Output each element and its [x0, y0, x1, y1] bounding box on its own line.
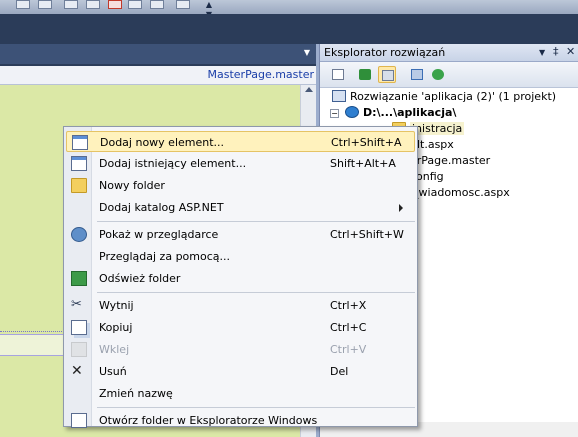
menu-item-otwórz-folder-w-eksploratorze-windows[interactable]: Otwórz folder w Eksploratorze Windows [66, 410, 415, 431]
menu-item-shortcut: Ctrl+X [330, 299, 367, 312]
cut-icon: ✂ [71, 297, 82, 312]
view-designer-button[interactable] [408, 66, 426, 83]
window-chrome-band [0, 14, 578, 44]
menu-item-dodaj-nowy-element[interactable]: Dodaj nowy element... Ctrl+Shift+A [66, 131, 415, 152]
menu-item-label: Dodaj nowy element... [100, 136, 225, 149]
toolbar-button[interactable] [38, 0, 52, 9]
menu-item-label: Odśwież folder [99, 272, 181, 285]
menu-item-label: Dodaj istniejący element... [99, 157, 247, 170]
menu-item-przeglądaj-za-pomocą[interactable]: Przeglądaj za pomocą... [66, 246, 415, 267]
menu-item-shortcut: Ctrl+Shift+W [330, 228, 404, 241]
menu-item-shortcut: Ctrl+Shift+A [331, 136, 402, 149]
designer-icon [411, 69, 423, 80]
menu-item-pokaż-w-przeglądarce[interactable]: Pokaż w przeglądarce Ctrl+Shift+W [66, 224, 415, 245]
panel-title: Eksplorator rozwiązań [324, 46, 446, 59]
scroll-up-icon[interactable] [305, 87, 313, 92]
menu-item-label: Usuń [99, 365, 127, 378]
toolbar-button[interactable] [64, 0, 78, 9]
website-icon [345, 106, 359, 118]
web-config-button[interactable] [429, 66, 447, 83]
delete-icon: ✕ [71, 363, 83, 379]
menu-item-wytnij[interactable]: ✂ Wytnij Ctrl+X [66, 295, 415, 316]
menu-item-label: Nowy folder [99, 179, 165, 192]
context-menu: Dodaj nowy element... Ctrl+Shift+A Dodaj i… [63, 126, 418, 428]
menu-item-label: Dodaj katalog ASP.NET [99, 201, 224, 214]
toolbar-button[interactable] [150, 0, 164, 9]
tab-dropdown-icon[interactable]: ▼ [304, 48, 310, 57]
copy-icon [71, 320, 87, 335]
toolbar-delete-button[interactable] [108, 0, 122, 9]
menu-item-wklej: Wklej Ctrl+V [66, 339, 415, 360]
menu-item-dodaj-katalog-asp-net[interactable]: Dodaj katalog ASP.NET [66, 197, 415, 218]
menu-item-kopiuj[interactable]: Kopiuj Ctrl+C [66, 317, 415, 338]
globe-icon [432, 69, 444, 80]
close-icon[interactable]: ✕ [566, 45, 575, 58]
menu-item-label: Przeglądaj za pomocą... [99, 250, 231, 263]
menu-item-label: Otwórz folder w Eksploratorze Windows [99, 414, 318, 427]
open-folder-explorer-icon [71, 413, 87, 428]
menu-separator [97, 292, 415, 293]
tree-node-solution[interactable]: Rozwiązanie 'aplikacja (2)' (1 projekt) [332, 90, 556, 106]
menu-item-label: Kopiuj [99, 321, 133, 334]
tree-node-label: Rozwiązanie 'aplikacja (2)' (1 projekt) [350, 90, 557, 103]
add-new-item-icon [72, 135, 88, 150]
toolbar-button[interactable] [86, 0, 100, 9]
paste-icon [71, 342, 87, 357]
show-all-files-icon [382, 70, 394, 81]
menu-item-usuń[interactable]: ✕ Usuń Del [66, 361, 415, 382]
editor-breadcrumb-bar: MasterPage.master [0, 66, 316, 85]
refresh-icon [71, 271, 87, 286]
menu-item-shortcut: Ctrl+V [330, 343, 367, 356]
menu-item-label: Wklej [99, 343, 130, 356]
new-folder-icon [71, 178, 87, 193]
submenu-arrow-icon [399, 204, 403, 212]
toolbar-button[interactable] [16, 0, 30, 9]
menu-item-shortcut: Shift+Alt+A [330, 157, 396, 170]
menu-item-odśwież-folder[interactable]: Odśwież folder [66, 268, 415, 289]
solution-explorer-toolbar [320, 62, 578, 88]
panel-menu-icon[interactable]: ▼ [539, 48, 545, 57]
tree-node-label: D:\...\aplikacja\ [363, 106, 457, 119]
menu-item-label: Zmień nazwę [99, 387, 173, 400]
menu-item-label: Wytnij [99, 299, 134, 312]
tree-node-label: inistracja [410, 122, 465, 135]
menu-separator [97, 221, 415, 222]
main-toolbar: ▲▼ [0, 0, 578, 19]
toolbar-button[interactable] [176, 0, 190, 9]
menu-item-label: Pokaż w przeglądarce [99, 228, 219, 241]
properties-button[interactable] [329, 66, 347, 83]
menu-item-dodaj-istniejący-element[interactable]: Dodaj istniejący element... Shift+Alt+A [66, 153, 415, 174]
menu-item-shortcut: Del [330, 365, 349, 378]
solution-icon [332, 90, 346, 102]
tree-node-label: erPage.master [410, 154, 491, 167]
collapse-icon[interactable]: − [330, 109, 339, 118]
menu-item-zmień-nazwę[interactable]: Zmień nazwę [66, 383, 415, 404]
menu-separator [97, 407, 415, 408]
editor-tab-strip: ▼ [0, 44, 316, 64]
tree-node-project[interactable]: − D:\...\aplikacja\ [330, 106, 456, 122]
menu-item-nowy-folder[interactable]: Nowy folder [66, 175, 415, 196]
editor-filename[interactable]: MasterPage.master [208, 68, 314, 81]
view-in-browser-icon [71, 227, 87, 242]
solution-explorer-titlebar: Eksplorator rozwiązań ▼ ‡ ✕ [320, 44, 578, 62]
add-existing-item-icon [71, 156, 87, 171]
refresh-button[interactable] [356, 66, 374, 83]
tree-node-label: i_wiadomosc.aspx [410, 186, 510, 199]
pin-icon[interactable]: ‡ [553, 45, 559, 58]
toolbar-overflow-icon[interactable]: ▲▼ [204, 0, 214, 19]
properties-icon [332, 69, 344, 80]
refresh-icon [359, 69, 371, 80]
menu-item-shortcut: Ctrl+C [330, 321, 367, 334]
show-all-files-button[interactable] [378, 66, 396, 83]
toolbar-button[interactable] [128, 0, 142, 9]
